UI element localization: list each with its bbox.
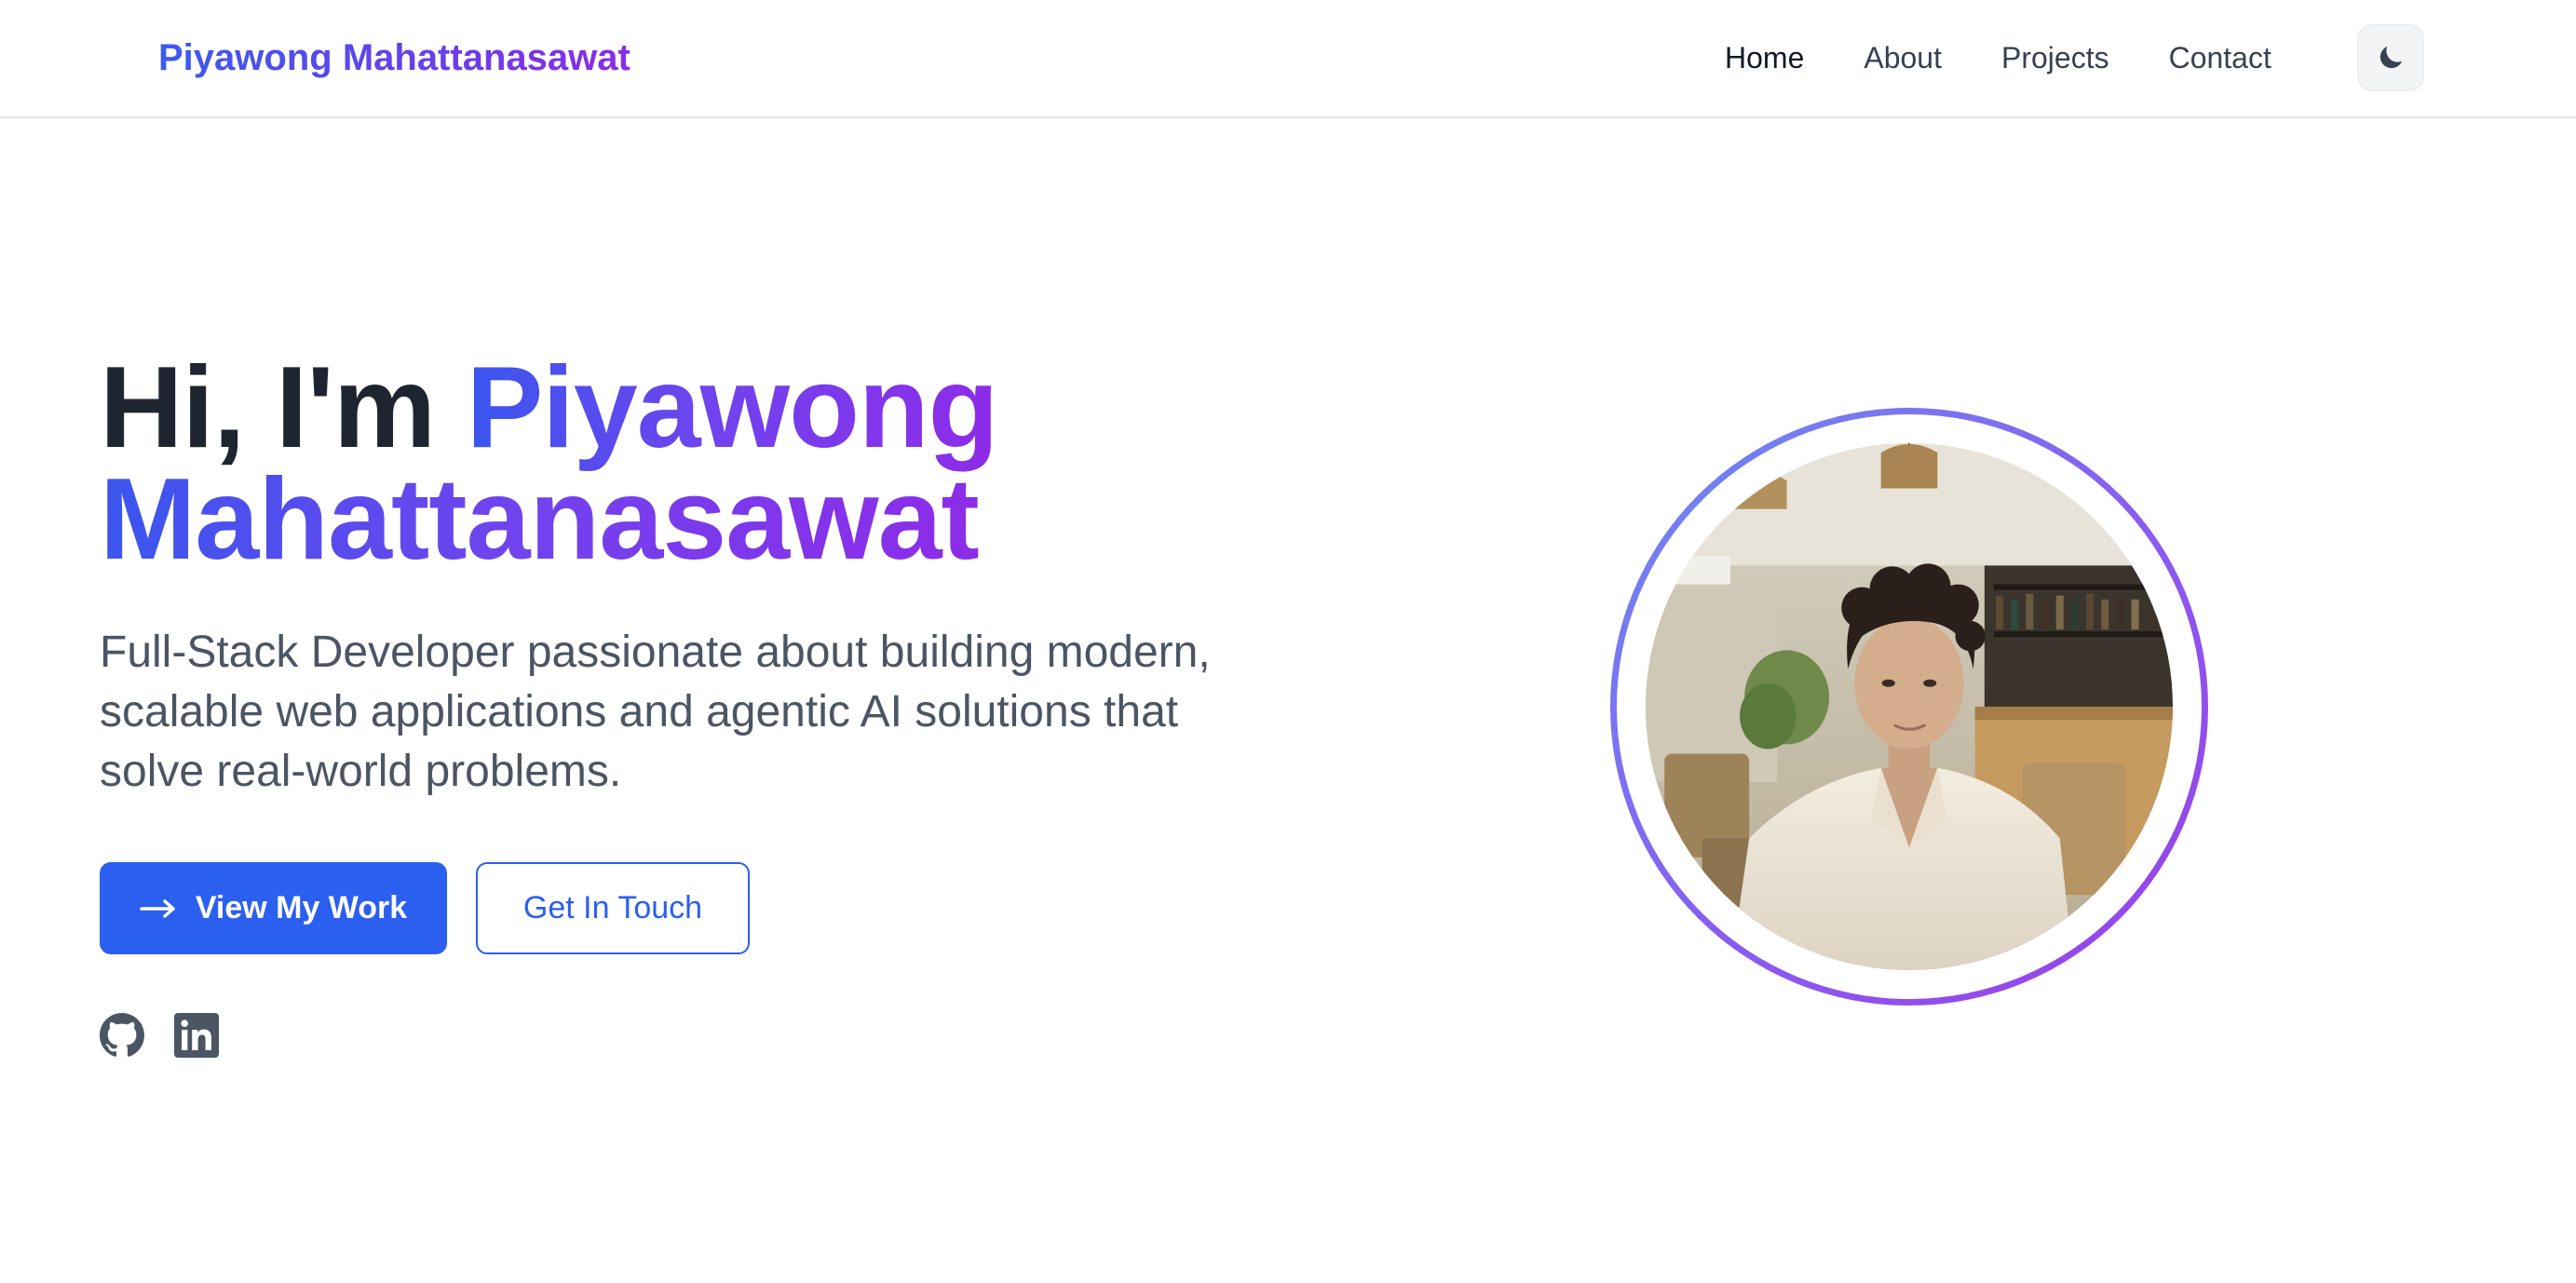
nav-link-home[interactable]: Home <box>1725 35 1804 80</box>
hero-first-name: Piyawong <box>466 344 999 472</box>
profile-photo-frame <box>1610 408 2208 1006</box>
profile-photo <box>1646 443 2173 970</box>
navbar: Piyawong Mahattanasawat Home About Proje… <box>0 0 2576 118</box>
arrow-right-icon <box>140 898 175 918</box>
nav-link-about[interactable]: About <box>1864 35 1942 80</box>
nav-link-contact[interactable]: Contact <box>2169 35 2271 80</box>
hero-last-name: Mahattanasawat <box>100 462 997 577</box>
view-my-work-button[interactable]: View My Work <box>100 862 447 954</box>
nav-links: Home About Projects Contact <box>1725 35 2271 80</box>
get-in-touch-button[interactable]: Get In Touch <box>476 862 750 954</box>
hero-subtitle: Full-Stack Developer passionate about bu… <box>100 628 1211 796</box>
hero-greeting: Hi, I'm <box>100 344 436 472</box>
nav-link-projects[interactable]: Projects <box>2001 35 2109 80</box>
github-icon <box>100 1013 144 1057</box>
github-link[interactable] <box>100 1013 144 1058</box>
moon-icon <box>2379 46 2403 69</box>
brand-logo[interactable]: Piyawong Mahattanasawat <box>158 34 630 82</box>
theme-toggle-button[interactable] <box>2357 24 2424 91</box>
social-links <box>100 1013 219 1058</box>
linkedin-link[interactable] <box>174 1013 219 1058</box>
linkedin-icon <box>174 1013 219 1058</box>
view-my-work-label: View My Work <box>195 890 408 925</box>
hero-title: Hi, I'm Piyawong Mahattanasawat <box>100 350 998 577</box>
